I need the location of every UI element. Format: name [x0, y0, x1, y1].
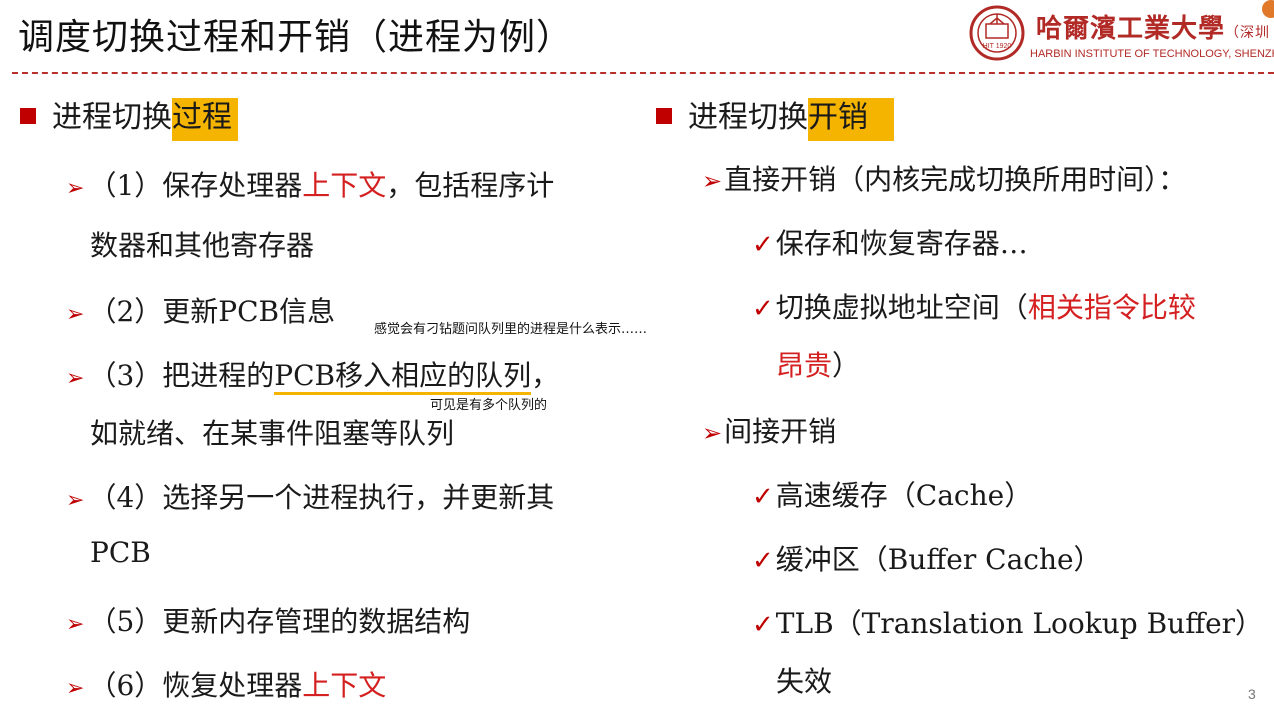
- direct-item-address-space: ✓切换虚拟地址空间（相关指令比较: [752, 291, 1196, 324]
- right-heading: 进程切换开销: [656, 92, 894, 141]
- process-step-4-cont: PCB: [90, 536, 151, 569]
- left-heading-highlight: 过程: [172, 98, 238, 141]
- indirect-item-buffer-cache: ✓缓冲区（Buffer Cache）: [752, 543, 1102, 576]
- arrow-bullet-icon: ➢: [702, 419, 723, 447]
- process-step-3-cont: 如就绪、在某事件阻塞等队列: [90, 417, 455, 450]
- right-heading-highlight: 开销: [808, 98, 894, 141]
- indirect-item-tlb-cont: 失效: [776, 665, 833, 698]
- square-bullet-icon: [20, 107, 36, 124]
- university-name-en: HARBIN INSTITUTE OF TECHNOLOGY, SHENZHEN: [1030, 48, 1274, 60]
- svg-text:HIT 1920: HIT 1920: [983, 43, 1012, 50]
- direct-overhead: ➢直接开销（内核完成切换所用时间）：: [702, 163, 1187, 196]
- process-step-4: ➢ （4）选择另一个进程执行，并更新其: [66, 481, 555, 514]
- process-step-1-cont: 数器和其他寄存器: [90, 229, 315, 262]
- checkmark-icon: ✓: [752, 482, 774, 512]
- page-title: 调度切换过程和开销（进程为例）: [18, 17, 574, 58]
- checkmark-icon: ✓: [752, 294, 774, 324]
- indirect-item-cache: ✓高速缓存（Cache）: [752, 479, 1033, 512]
- direct-item-address-space-cont: 昂贵）: [776, 349, 861, 382]
- title-divider: [12, 72, 1274, 74]
- checkmark-icon: ✓: [752, 230, 774, 260]
- process-step-3: ➢ （3）把进程的PCB移入相应的队列，: [66, 354, 559, 395]
- left-heading: 进程切换过程: [20, 92, 238, 141]
- underlined-text: PCB移入相应的队列: [274, 359, 532, 395]
- arrow-bullet-icon: ➢: [66, 302, 85, 327]
- arrow-bullet-icon: ➢: [66, 612, 85, 637]
- arrow-bullet-icon: ➢: [702, 167, 723, 195]
- process-step-2: ➢ （2）更新PCB信息: [66, 295, 336, 328]
- process-step-5: ➢ （5）更新内存管理的数据结构: [66, 605, 471, 638]
- checkmark-icon: ✓: [752, 610, 774, 640]
- arrow-bullet-icon: ➢: [66, 676, 85, 701]
- indirect-item-tlb: ✓TLB（Translation Lookup Buffer）: [752, 607, 1264, 640]
- university-name-cn: 哈爾濱工業大學（深圳: [1036, 14, 1271, 44]
- annotation-note-1: 感觉会有刁钻题问队列里的进程是什么表示……: [374, 322, 648, 337]
- arrow-bullet-icon: ➢: [66, 176, 85, 201]
- process-step-1: ➢ （1）保存处理器上下文，包括程序计: [66, 169, 555, 202]
- indirect-overhead: ➢间接开销: [702, 415, 837, 448]
- process-step-6: ➢ （6）恢复处理器上下文: [66, 669, 387, 702]
- page-number: 3: [1248, 686, 1256, 702]
- annotation-note-2: 可见是有多个队列的: [430, 398, 548, 413]
- direct-item-registers: ✓保存和恢复寄存器…: [752, 227, 1028, 260]
- checkmark-icon: ✓: [752, 546, 774, 576]
- arrow-bullet-icon: ➢: [66, 366, 85, 391]
- university-seal-icon: HIT 1920: [969, 5, 1025, 61]
- arrow-bullet-icon: ➢: [66, 488, 85, 513]
- corner-dot-icon: [1262, 0, 1274, 18]
- university-logo: HIT 1920 哈爾濱工業大學（深圳 HARBIN INSTITUTE OF …: [966, 4, 1274, 62]
- square-bullet-icon: [656, 107, 672, 124]
